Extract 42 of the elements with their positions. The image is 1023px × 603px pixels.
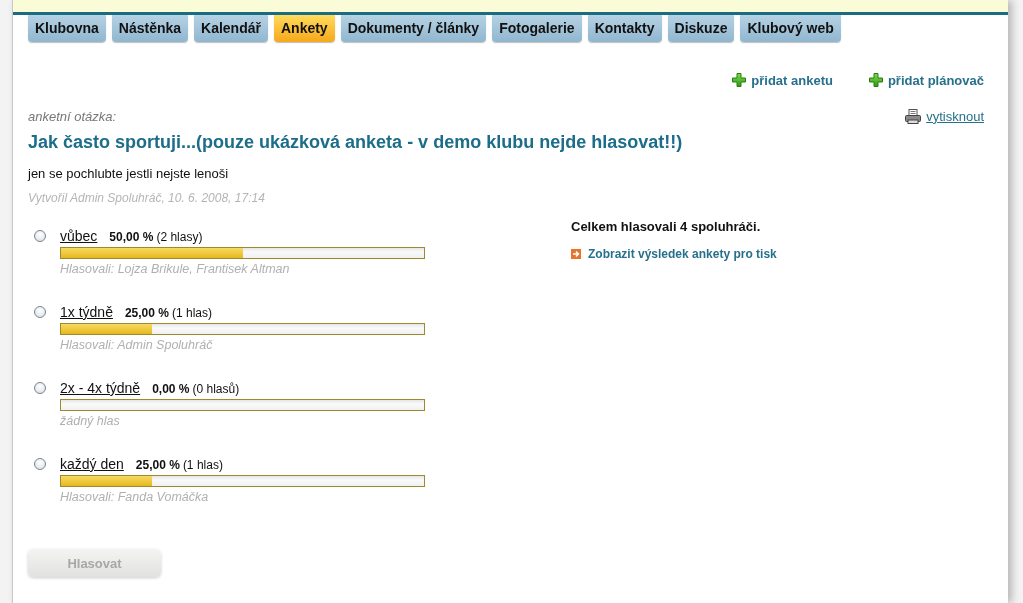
nav-tab[interactable]: Dokumenty / články (340, 15, 487, 42)
option-label[interactable]: vůbec (60, 228, 98, 244)
nav-tab[interactable]: Kalendář (194, 15, 268, 42)
nav-tab[interactable]: Klubový web (740, 15, 841, 42)
poll-author-date: Vytvořil Admin Spoluhráč, 10. 6. 2008, 17:14 (28, 190, 266, 206)
plus-icon (868, 73, 883, 87)
print-link[interactable]: vytisknout (926, 108, 984, 124)
arrow-icon (571, 249, 581, 259)
nav-tab[interactable]: Fotogalerie (492, 15, 582, 42)
option-label[interactable]: 1x týdně (60, 304, 113, 320)
option-percent: 25,00 % (135, 457, 180, 473)
voter-list: Hlasovali: Admin Spoluhráč (60, 337, 425, 353)
print-results-link[interactable]: Zobrazit výsledek ankety pro tisk (588, 247, 777, 261)
nav-tab[interactable]: Nástěnka (111, 15, 189, 42)
radio-button[interactable] (34, 458, 46, 470)
option-vote-count: (0 hlasů) (192, 381, 240, 397)
option-label[interactable]: každý den (60, 456, 124, 472)
option-percent: 50,00 % (109, 229, 154, 245)
voter-list: Hlasovali: Lojza Brikule, Frantisek Altman (60, 261, 425, 277)
plus-icon (732, 73, 747, 87)
radio-button[interactable] (34, 382, 46, 394)
add-link[interactable]: přidat anketu (751, 72, 833, 88)
vote-total: Celkem hlasovali 4 spoluhráči. (571, 219, 762, 235)
poll-description: jen se pochlubte jestli nejste lenoši (28, 166, 230, 182)
printer-icon (905, 108, 922, 124)
nav-tab[interactable]: Klubovna (28, 15, 106, 42)
radio-button[interactable] (34, 230, 46, 242)
option-vote-count: (2 hlasy) (156, 229, 203, 245)
option-label[interactable]: 2x - 4x týdně (60, 380, 141, 396)
poll-question: Jak často sportuji...(pouze ukázková anketa - v demo klubu nejde hlasovat!!) (28, 131, 684, 153)
nav-tab[interactable]: Diskuze (667, 15, 735, 42)
option-vote-count: (1 hlas) (182, 457, 223, 473)
option-percent: 25,00 % (124, 305, 169, 321)
option-vote-count: (1 hlas) (172, 305, 212, 321)
option-percent: 0,00 % (152, 381, 190, 397)
voter-list: Hlasovali: Fanda Vomáčka (60, 489, 425, 505)
voter-list: žádný hlas (60, 413, 425, 429)
radio-button[interactable] (34, 306, 46, 318)
nav-tab[interactable]: Ankety (273, 15, 335, 42)
nav-tab[interactable]: Kontakty (587, 15, 662, 42)
add-link[interactable]: přidat plánovač (887, 72, 984, 88)
poll-caption: anketní otázka: (28, 108, 117, 124)
